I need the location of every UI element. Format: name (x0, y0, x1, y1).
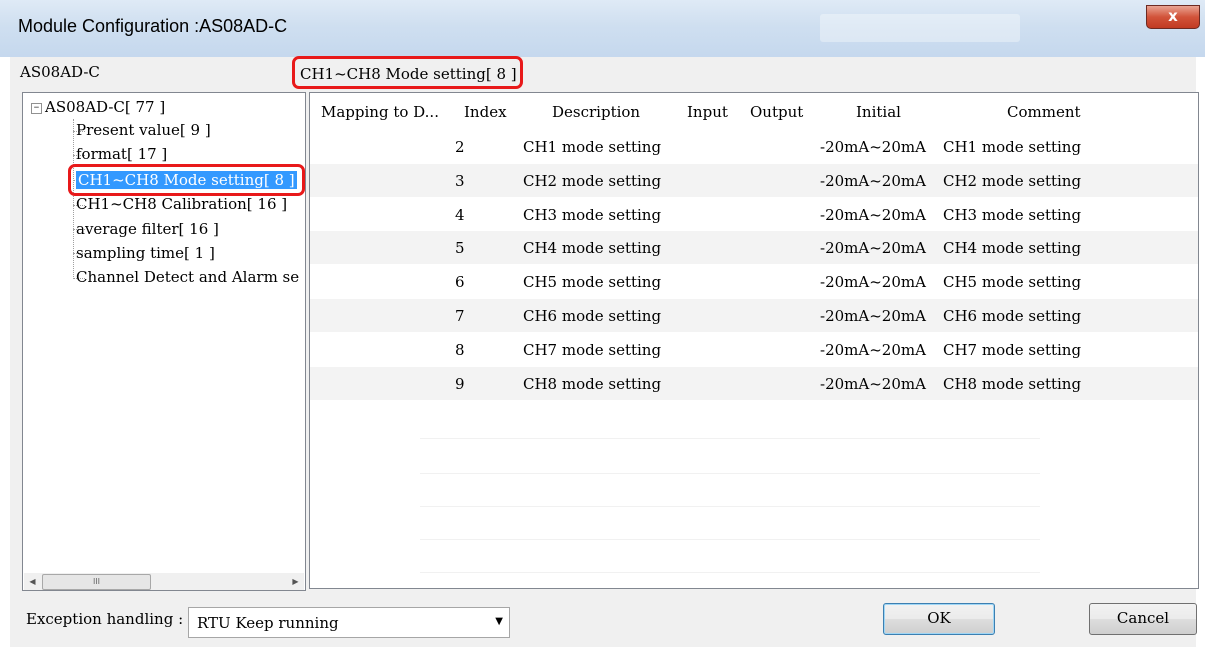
module-configuration-dialog: Module Configuration :AS08AD-C x AS08AD-… (0, 0, 1205, 650)
cell-initial[interactable]: -20mA~20mA (820, 239, 926, 257)
table-row[interactable]: 9 CH8 mode setting -20mA~20mA CH8 mode s… (310, 367, 1198, 400)
table-row[interactable]: 8 CH7 mode setting -20mA~20mA CH7 mode s… (310, 333, 1198, 366)
table-row[interactable]: 6 CH5 mode setting -20mA~20mA CH5 mode s… (310, 265, 1198, 298)
empty-grid-line (420, 506, 1040, 507)
title-bar-glass (820, 14, 1020, 42)
cell-comment[interactable]: CH5 mode setting (943, 273, 1081, 291)
cell-description: CH1 mode setting (523, 138, 662, 156)
close-button[interactable]: x (1146, 5, 1200, 29)
cell-index: 4 (455, 206, 465, 224)
table-row[interactable]: 2 CH1 mode setting -20mA~20mA CH1 mode s… (310, 130, 1198, 163)
column-header-output[interactable]: Output (750, 103, 803, 121)
cell-index: 6 (455, 273, 465, 291)
column-header-description[interactable]: Description (552, 103, 640, 121)
cell-initial[interactable]: -20mA~20mA (820, 341, 926, 359)
cell-index: 8 (455, 341, 465, 359)
ok-button[interactable]: OK (883, 603, 995, 635)
empty-grid-line (420, 539, 1040, 540)
empty-grid-line (420, 438, 1040, 439)
tree-item-average-filter[interactable]: average filter[ 16 ] (76, 220, 219, 238)
scroll-left-icon[interactable]: ◀ (24, 573, 41, 590)
cell-description: CH3 mode setting (523, 206, 662, 224)
scroll-thumb[interactable]: III (42, 574, 151, 590)
cell-index: 9 (455, 375, 465, 393)
table-row[interactable]: 4 CH3 mode setting -20mA~20mA CH3 mode s… (310, 198, 1198, 231)
scroll-right-icon[interactable]: ▶ (287, 573, 304, 590)
selected-node-label-text: CH1~CH8 Mode setting[ 8 ] (300, 65, 517, 83)
cell-comment[interactable]: CH3 mode setting (943, 206, 1081, 224)
table-row[interactable]: 3 CH2 mode setting -20mA~20mA CH2 mode s… (310, 164, 1198, 197)
tree-item-format[interactable]: format[ 17 ] (76, 145, 167, 163)
cell-initial[interactable]: -20mA~20mA (820, 307, 926, 325)
dropdown-arrow-icon[interactable]: ▼ (495, 616, 503, 627)
tree-root-label: AS08AD-C[ 77 ] (45, 98, 166, 116)
horizontal-scrollbar[interactable]: ◀ III ▶ (24, 573, 304, 590)
cell-description: CH4 mode setting (523, 239, 662, 257)
table-row[interactable]: 5 CH4 mode setting -20mA~20mA CH4 mode s… (310, 231, 1198, 264)
cell-description: CH5 mode setting (523, 273, 662, 291)
selected-node-label: CH1~CH8 Mode setting[ 8 ] (292, 56, 523, 89)
tree-root-node[interactable]: − AS08AD-C[ 77 ] (31, 98, 165, 116)
empty-grid-line (420, 572, 1040, 573)
column-header-mapping[interactable]: Mapping to D... (321, 103, 439, 121)
close-icon: x (1168, 7, 1178, 25)
cell-index: 5 (455, 239, 465, 257)
cell-comment[interactable]: CH8 mode setting (943, 375, 1081, 393)
cancel-button[interactable]: Cancel (1089, 603, 1197, 635)
cell-index: 2 (455, 138, 465, 156)
cell-index: 3 (455, 172, 465, 190)
window-title: Module Configuration :AS08AD-C (18, 16, 288, 36)
column-header-initial[interactable]: Initial (856, 103, 901, 121)
cell-description: CH7 mode setting (523, 341, 662, 359)
cell-initial[interactable]: -20mA~20mA (820, 172, 926, 190)
tree-item-sampling-time[interactable]: sampling time[ 1 ] (76, 244, 215, 262)
cell-comment[interactable]: CH2 mode setting (943, 172, 1081, 190)
cell-comment[interactable]: CH7 mode setting (943, 341, 1081, 359)
tree-item-present-value[interactable]: Present value[ 9 ] (76, 121, 211, 139)
cell-description: CH6 mode setting (523, 307, 662, 325)
device-label: AS08AD-C (20, 63, 100, 81)
grid-header: Mapping to D... Index Description Input … (310, 93, 1198, 131)
tree-connector (73, 119, 74, 279)
selection-highlight (68, 164, 305, 196)
cell-description: CH8 mode setting (523, 375, 662, 393)
cell-comment[interactable]: CH4 mode setting (943, 239, 1081, 257)
column-header-comment[interactable]: Comment (1007, 103, 1081, 121)
table-row[interactable]: 7 CH6 mode setting -20mA~20mA CH6 mode s… (310, 299, 1198, 332)
tree-item-channel-detect[interactable]: Channel Detect and Alarm se (76, 268, 299, 286)
cell-comment[interactable]: CH1 mode setting (943, 138, 1081, 156)
cell-initial[interactable]: -20mA~20mA (820, 375, 926, 393)
exception-handling-value: RTU Keep running (197, 614, 339, 632)
cell-comment[interactable]: CH6 mode setting (943, 307, 1081, 325)
exception-handling-label: Exception handling : (26, 610, 184, 628)
cell-initial[interactable]: -20mA~20mA (820, 206, 926, 224)
title-bar[interactable]: Module Configuration :AS08AD-C x (0, 0, 1205, 57)
empty-grid-line (420, 473, 1040, 474)
cell-description: CH2 mode setting (523, 172, 662, 190)
tree-item-calibration[interactable]: CH1~CH8 Calibration[ 16 ] (76, 195, 287, 213)
column-header-index[interactable]: Index (464, 103, 507, 121)
parameter-grid: Mapping to D... Index Description Input … (309, 92, 1199, 589)
cell-index: 7 (455, 307, 465, 325)
column-header-input[interactable]: Input (687, 103, 728, 121)
cell-initial[interactable]: -20mA~20mA (820, 138, 926, 156)
cell-initial[interactable]: -20mA~20mA (820, 273, 926, 291)
collapse-icon[interactable]: − (31, 103, 42, 114)
exception-handling-select[interactable]: RTU Keep running ▼ (188, 607, 510, 638)
